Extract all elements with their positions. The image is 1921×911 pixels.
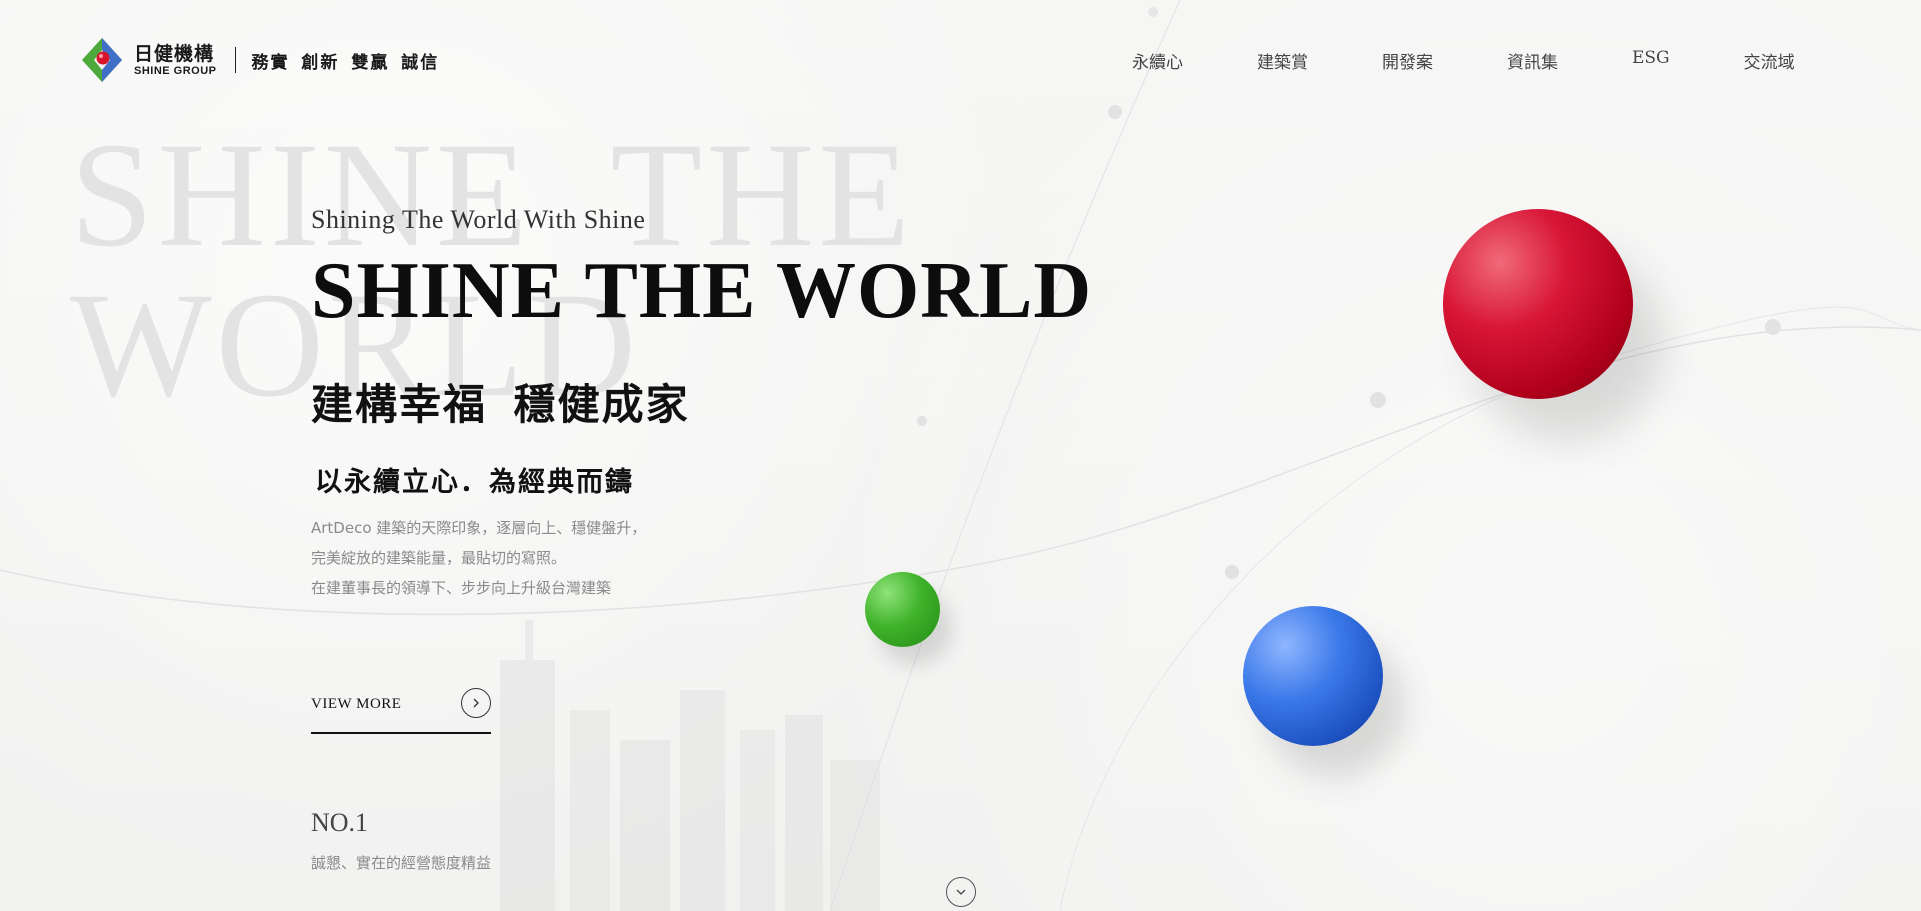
hero-description: ArtDeco 建築的天際印象，逐層向上、穩健盤升， 完美綻放的建築能量，最貼切… bbox=[311, 513, 1092, 603]
hero-section: Shining The World With Shine SHINE THE W… bbox=[311, 205, 1092, 603]
nav-item-projects[interactable]: 開發案 bbox=[1382, 48, 1433, 73]
nav-item-architecture[interactable]: 建築賞 bbox=[1257, 48, 1308, 73]
red-sphere bbox=[1443, 209, 1633, 399]
brand-name-zh: 日健機構 bbox=[134, 42, 215, 65]
hero-description-line: 在建董事長的領導下、步步向上升級台灣建築 bbox=[311, 579, 612, 597]
chevron-right-icon bbox=[461, 688, 491, 718]
view-more-label: VIEW MORE bbox=[311, 696, 402, 712]
background-skyline bbox=[500, 620, 880, 911]
stat-number: NO.1 bbox=[311, 808, 369, 837]
hero-tagline: Shining The World With Shine bbox=[311, 205, 646, 234]
stat-block: NO.1 誠懇、實在的經營態度精益 bbox=[311, 808, 491, 873]
view-more-button[interactable]: VIEW MORE bbox=[311, 688, 491, 734]
hero-headline: SHINE THE WORLD bbox=[311, 247, 1093, 335]
shine-group-logo-icon bbox=[82, 38, 122, 82]
nav-item-esg[interactable]: ESG bbox=[1632, 48, 1670, 73]
hero-zh-subtitle: 以永續立心．為經典而鑄 bbox=[315, 467, 634, 498]
brand-slogan: 務實 創新 雙贏 誠信 bbox=[251, 52, 440, 73]
hero-zh-title: 建構幸福 穩健成家 bbox=[311, 380, 690, 429]
stat-description: 誠懇、實在的經營態度精益 bbox=[311, 854, 492, 872]
blue-sphere bbox=[1243, 606, 1383, 746]
green-sphere bbox=[865, 572, 940, 647]
brand-name-en: SHINE GROUP bbox=[134, 64, 217, 77]
brand-name: 日健機構 SHINE GROUP bbox=[134, 43, 217, 78]
nav-item-news[interactable]: 資訊集 bbox=[1507, 48, 1558, 73]
hero-description-line: ArtDeco 建築的天際印象，逐層向上、穩健盤升， bbox=[311, 519, 647, 537]
brand-logo[interactable]: 日健機構 SHINE GROUP 務實 創新 雙贏 誠信 bbox=[80, 36, 439, 84]
site-header: 日健機構 SHINE GROUP 務實 創新 雙贏 誠信 永續心 建築賞 開發案… bbox=[0, 0, 1921, 120]
scroll-down-button[interactable] bbox=[946, 877, 976, 907]
main-nav: 永續心 建築賞 開發案 資訊集 ESG 交流域 bbox=[1132, 48, 1795, 73]
hero-description-line: 完美綻放的建築能量，最貼切的寫照。 bbox=[311, 549, 567, 567]
nav-item-contact[interactable]: 交流域 bbox=[1744, 48, 1795, 73]
chevron-down-icon bbox=[956, 889, 966, 895]
nav-item-sustainability[interactable]: 永續心 bbox=[1132, 48, 1183, 73]
brand-divider bbox=[234, 47, 236, 73]
